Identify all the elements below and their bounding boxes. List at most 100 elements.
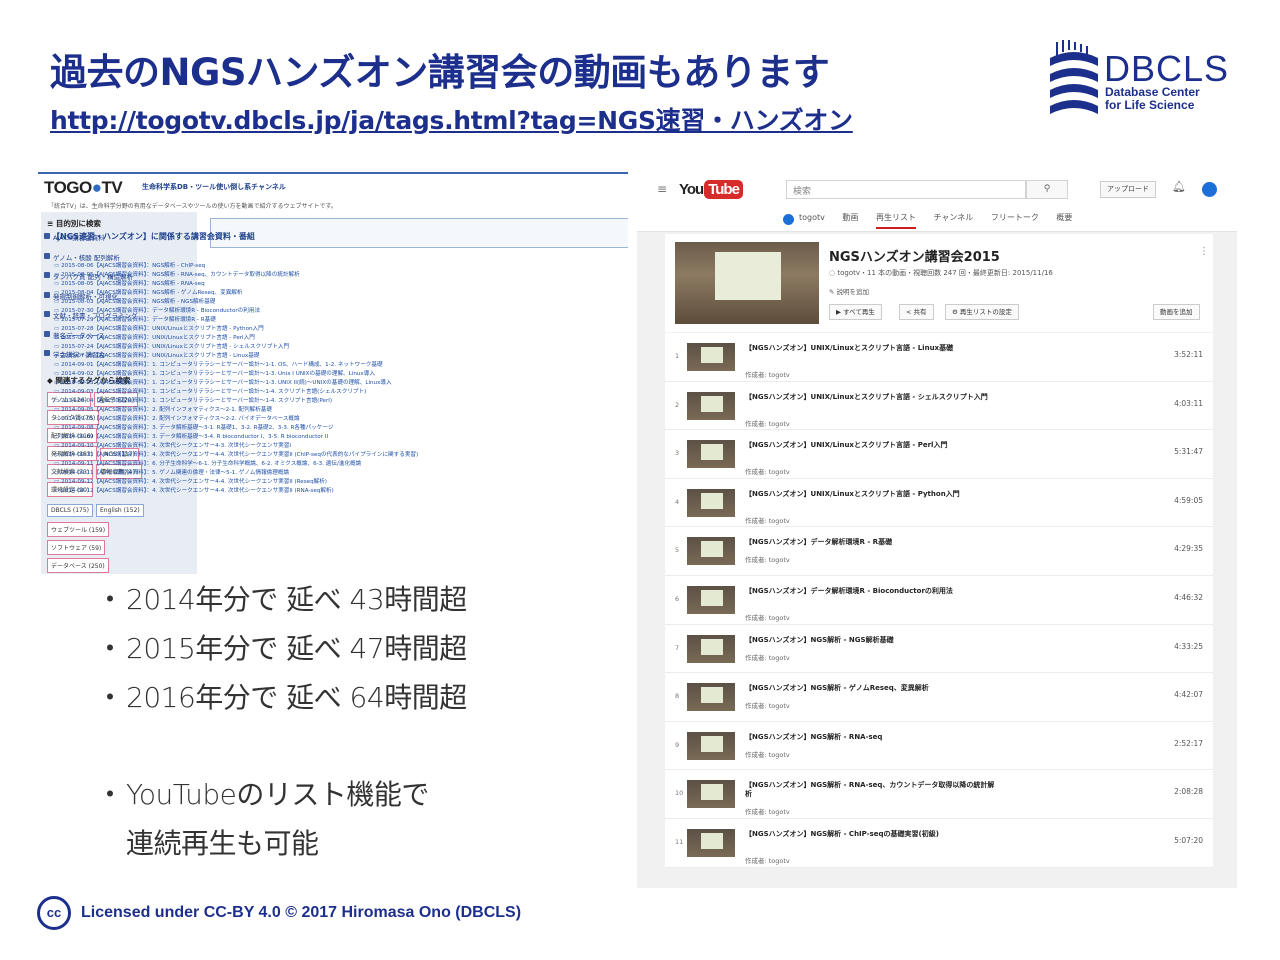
togotv-list-item[interactable]: 2014-09-12【AJACS講習会資料】：4. 次世代シークエンサー4-4.…: [54, 477, 474, 486]
togotv-list-item[interactable]: 2015-08-04【AJACS講習会資料】：NGS解析 - ゲノムReseq、…: [54, 288, 474, 297]
playlist-meta: ◌ togotv・11 本の動画・視聴回数 247 回・最終更新日: 2015/…: [829, 269, 1053, 277]
playlist-row[interactable]: 11 【NGSハンズオン】NGS解析 - ChIP-seqの基礎実習(初級) 作成者…: [665, 818, 1213, 868]
playlist-row[interactable]: 10 【NGSハンズオン】NGS解析 - RNA-seq、カウントデータ取得以降の…: [665, 770, 1213, 819]
togotv-list-item[interactable]: 2014-09-11【AJACS講習会資料】：6. 分子生命科学〜6-1. 分子…: [54, 459, 474, 468]
togotv-list-item[interactable]: 2015-07-23【AJACS講習会資料】：UNIX/Linuxとスクリプト言…: [54, 351, 474, 360]
bullet-2014: ・2014年分で 延べ 43時間超: [96, 583, 467, 616]
slide-title: 過去のNGSハンズオン講習会の動画もあります: [50, 51, 830, 94]
togotv-list-item[interactable]: 2015-08-05【AJACS講習会資料】：NGS解析 - RNA-seq、カ…: [54, 270, 474, 279]
togotv-list-item[interactable]: 2015-07-24【AJACS講習会資料】：UNIX/Linuxとスクリプト言…: [54, 342, 474, 351]
togotv-list-item[interactable]: 2015-07-29【AJACS講習会資料】：データ解析環境R - R基礎: [54, 315, 474, 324]
playlist-thumbnail[interactable]: [675, 242, 819, 324]
dbcls-helix-icon: [1050, 40, 1098, 114]
more-options-icon[interactable]: ⋮: [1199, 246, 1209, 257]
avatar[interactable]: [1202, 182, 1217, 197]
togotv-list-item[interactable]: 2014-09-08【AJACS講習会資料】：3. データ解析基礎〜3-1. R…: [54, 423, 474, 432]
togotv-list-item[interactable]: 2014-09-03【AJACS講習会資料】：1. コンピュータリテラシーとサー…: [54, 378, 474, 387]
playlist-row[interactable]: 7 【NGSハンズオン】NGS解析 - NGS解析基礎 作成者: togotv 4:3…: [665, 624, 1213, 674]
togotv-list-item[interactable]: 2015-07-30【AJACS講習会資料】：データ解析環境R - Biocon…: [54, 306, 474, 315]
add-video-button[interactable]: 動画を追加: [1153, 304, 1200, 320]
tab-freetalk[interactable]: フリートーク: [991, 212, 1039, 223]
upload-button[interactable]: アップロード: [1100, 181, 1156, 198]
youtube-logo[interactable]: You Tube: [679, 180, 743, 199]
playlist-row[interactable]: 1 【NGSハンズオン】UNIX/Linuxとスクリプト言語 - Linux基礎作…: [665, 333, 1213, 382]
tab-togotv[interactable]: togotv: [799, 213, 825, 222]
video-thumbnail[interactable]: [687, 488, 735, 517]
togotv-list-item[interactable]: 2014-09-11【AJACS講習会資料】：4. 次世代シークエンサー4-4.…: [54, 450, 474, 459]
togotv-list-item[interactable]: 2015-08-05【AJACS講習会資料】：NGS解析 - RNA-seq: [54, 279, 474, 288]
tab-about[interactable]: 概要: [1056, 212, 1072, 223]
video-thumbnail[interactable]: [687, 440, 735, 469]
togotv-list-item[interactable]: 2014-09-10【AJACS講習会資料】：4. 次世代シークエンサー4-3.…: [54, 441, 474, 450]
togotv-screenshot: TOGO●TV 生命科学系DB・ツール使い倒し系チャンネル 「統合TV」は、生命…: [38, 170, 628, 574]
video-thumbnail[interactable]: [687, 683, 735, 712]
tab-videos[interactable]: 動画: [842, 212, 858, 223]
video-thumbnail[interactable]: [687, 634, 735, 663]
play-all-button[interactable]: ▶ すべて再生: [829, 304, 882, 320]
playlist-row[interactable]: 3 【NGSハンズオン】UNIX/Linuxとスクリプト言語 - Perl入門 作成…: [665, 430, 1213, 479]
tag-software[interactable]: ソフトウェア (59): [47, 539, 106, 555]
channel-tabs: togotv 動画 再生リスト チャンネル フリートーク 概要: [782, 212, 1087, 229]
togotv-list-item[interactable]: 2014-09-01【AJACS講習会資料】：1. コンピュータリテラシーとサー…: [54, 360, 474, 369]
video-thumbnail[interactable]: [687, 391, 735, 420]
video-title[interactable]: 【NGSハンズオン】NGS解析 - NGS解析基礎: [745, 636, 995, 645]
playlist-row[interactable]: 5 【NGSハンズオン】データ解析環境R - R基礎 作成者: togotv 4:29…: [665, 527, 1213, 576]
togotv-tag-link[interactable]: http://togotv.dbcls.jp/ja/tags.html?tag=…: [50, 101, 853, 137]
togotv-list-item[interactable]: 2014-09-05【AJACS講習会資料】：2. 配列インフォマティクス〜2-…: [54, 414, 474, 423]
togotv-list-item[interactable]: 2014-09-05【AJACS講習会資料】：2. 配列インフォマティクス〜2-…: [54, 405, 474, 414]
togotv-list-item[interactable]: 2015-08-03【AJACS講習会資料】：NGS解析 - NGS解析基礎: [54, 297, 474, 306]
togotv-list-item[interactable]: 2014-09-09【AJACS講習会資料】：3. データ解析基礎〜3-4. R…: [54, 432, 474, 441]
tab-playlists[interactable]: 再生リスト: [875, 212, 916, 229]
add-description-link[interactable]: ✎ 説明を追加: [829, 286, 869, 296]
playlist-row[interactable]: 6 【NGSハンズオン】データ解析環境R - Bioconductorの利用法 作成…: [665, 575, 1213, 625]
video-author: 作成者: togotv: [745, 371, 790, 379]
share-button[interactable]: < 共有: [899, 304, 934, 320]
video-thumbnail[interactable]: [687, 731, 735, 760]
video-title[interactable]: 【NGSハンズオン】NGS解析 - RNA-seq: [745, 733, 995, 742]
row-index: 7: [675, 643, 680, 652]
bell-icon[interactable]: 🔔︎: [1172, 180, 1186, 193]
playlist-settings-button[interactable]: ⚙ 再生リストの設定: [945, 304, 1019, 320]
playlist-row[interactable]: 4 【NGSハンズオン】UNIX/Linuxとスクリプト言語 - Python入門…: [665, 478, 1213, 528]
search-button[interactable]: ⚲: [1026, 180, 1068, 199]
row-index: 9: [675, 740, 680, 749]
playlist-header: NGSハンズオン講習会2015 ◌ togotv・11 本の動画・視聴回数 24…: [665, 234, 1213, 332]
togotv-list-item[interactable]: 2015-07-28【AJACS講習会資料】：UNIX/Linuxとスクリプト言…: [54, 324, 474, 333]
playlist-row[interactable]: 9 【NGSハンズオン】NGS解析 - RNA-seq 作成者: togotv 2:5…: [665, 721, 1213, 771]
video-title[interactable]: 【NGSハンズオン】NGS解析 - ChIP-seqの基礎実習(初級): [745, 830, 995, 839]
togotv-list-item[interactable]: 2014-09-04【AJACS講習会資料】：1. コンピュータリテラシーとサー…: [54, 396, 474, 405]
tag-webtool[interactable]: ウェブツール (159): [47, 521, 110, 537]
togotv-list-item[interactable]: 2015-07-27【AJACS講習会資料】：UNIX/Linuxとスクリプト言…: [54, 333, 474, 342]
video-title[interactable]: 【NGSハンズオン】データ解析環境R - Bioconductorの利用法: [745, 587, 995, 596]
video-title[interactable]: 【NGSハンズオン】UNIX/Linuxとスクリプト言語 - シェルスクリプト入…: [745, 393, 995, 402]
video-title[interactable]: 【NGSハンズオン】UNIX/Linuxとスクリプト言語 - Python入門: [745, 490, 995, 499]
togotv-list-item[interactable]: 2014-09-02【AJACS講習会資料】：1. コンピュータリテラシーとサー…: [54, 369, 474, 378]
video-thumbnail[interactable]: [687, 537, 735, 566]
tab-channels[interactable]: チャンネル: [934, 212, 974, 223]
tag-dbcls[interactable]: DBCLS (175): [47, 503, 94, 517]
video-thumbnail[interactable]: [687, 780, 735, 809]
video-title[interactable]: 【NGSハンズオン】UNIX/Linuxとスクリプト言語 - Linux基礎: [745, 344, 995, 353]
row-index: 8: [675, 692, 680, 701]
playlist-row[interactable]: 2 【NGSハンズオン】UNIX/Linuxとスクリプト言語 - シェルスクリプト…: [665, 381, 1213, 431]
video-thumbnail[interactable]: [687, 828, 735, 857]
video-thumbnail[interactable]: [687, 585, 735, 614]
video-author: 作成者: togotv: [745, 702, 790, 711]
video-author: 作成者: togotv: [745, 613, 790, 622]
playlist-row[interactable]: 8 【NGSハンズオン】NGS解析 - ゲノムReseq、変異解析 作成者: tog…: [665, 673, 1213, 722]
video-thumbnail[interactable]: [687, 343, 735, 371]
tag-database[interactable]: データベース (250): [47, 557, 109, 573]
video-title[interactable]: 【NGSハンズオン】UNIX/Linuxとスクリプト言語 - Perl入門: [745, 441, 995, 450]
video-duration: 3:52:11: [1174, 350, 1203, 359]
togotv-logo[interactable]: TOGO●TV: [44, 178, 123, 198]
video-title[interactable]: 【NGSハンズオン】NGS解析 - ゲノムReseq、変異解析: [745, 684, 995, 693]
video-title[interactable]: 【NGSハンズオン】NGS解析 - RNA-seq、カウントデータ取得以降の統計…: [745, 781, 995, 799]
hamburger-menu-icon[interactable]: ≡: [657, 182, 667, 196]
togotv-list-item[interactable]: 2014-09-11【AJACS講習会資料】：5. ゲノム関連の倫理・法律〜5-…: [54, 468, 474, 477]
tag-english[interactable]: English (152): [96, 503, 144, 517]
search-input[interactable]: 検索: [786, 180, 1026, 199]
video-title[interactable]: 【NGSハンズオン】データ解析環境R - R基礎: [745, 538, 995, 547]
togotv-list-item[interactable]: 2014-09-12【AJACS講習会資料】：4. 次世代シークエンサー4-4.…: [54, 486, 474, 495]
togotv-list-item[interactable]: 2015-08-06【AJACS講習会資料】：NGS解析 - ChIP-seq: [54, 261, 474, 270]
togotv-list-item[interactable]: 2014-09-03【AJACS講習会資料】：1. コンピュータリテラシーとサー…: [54, 387, 474, 396]
